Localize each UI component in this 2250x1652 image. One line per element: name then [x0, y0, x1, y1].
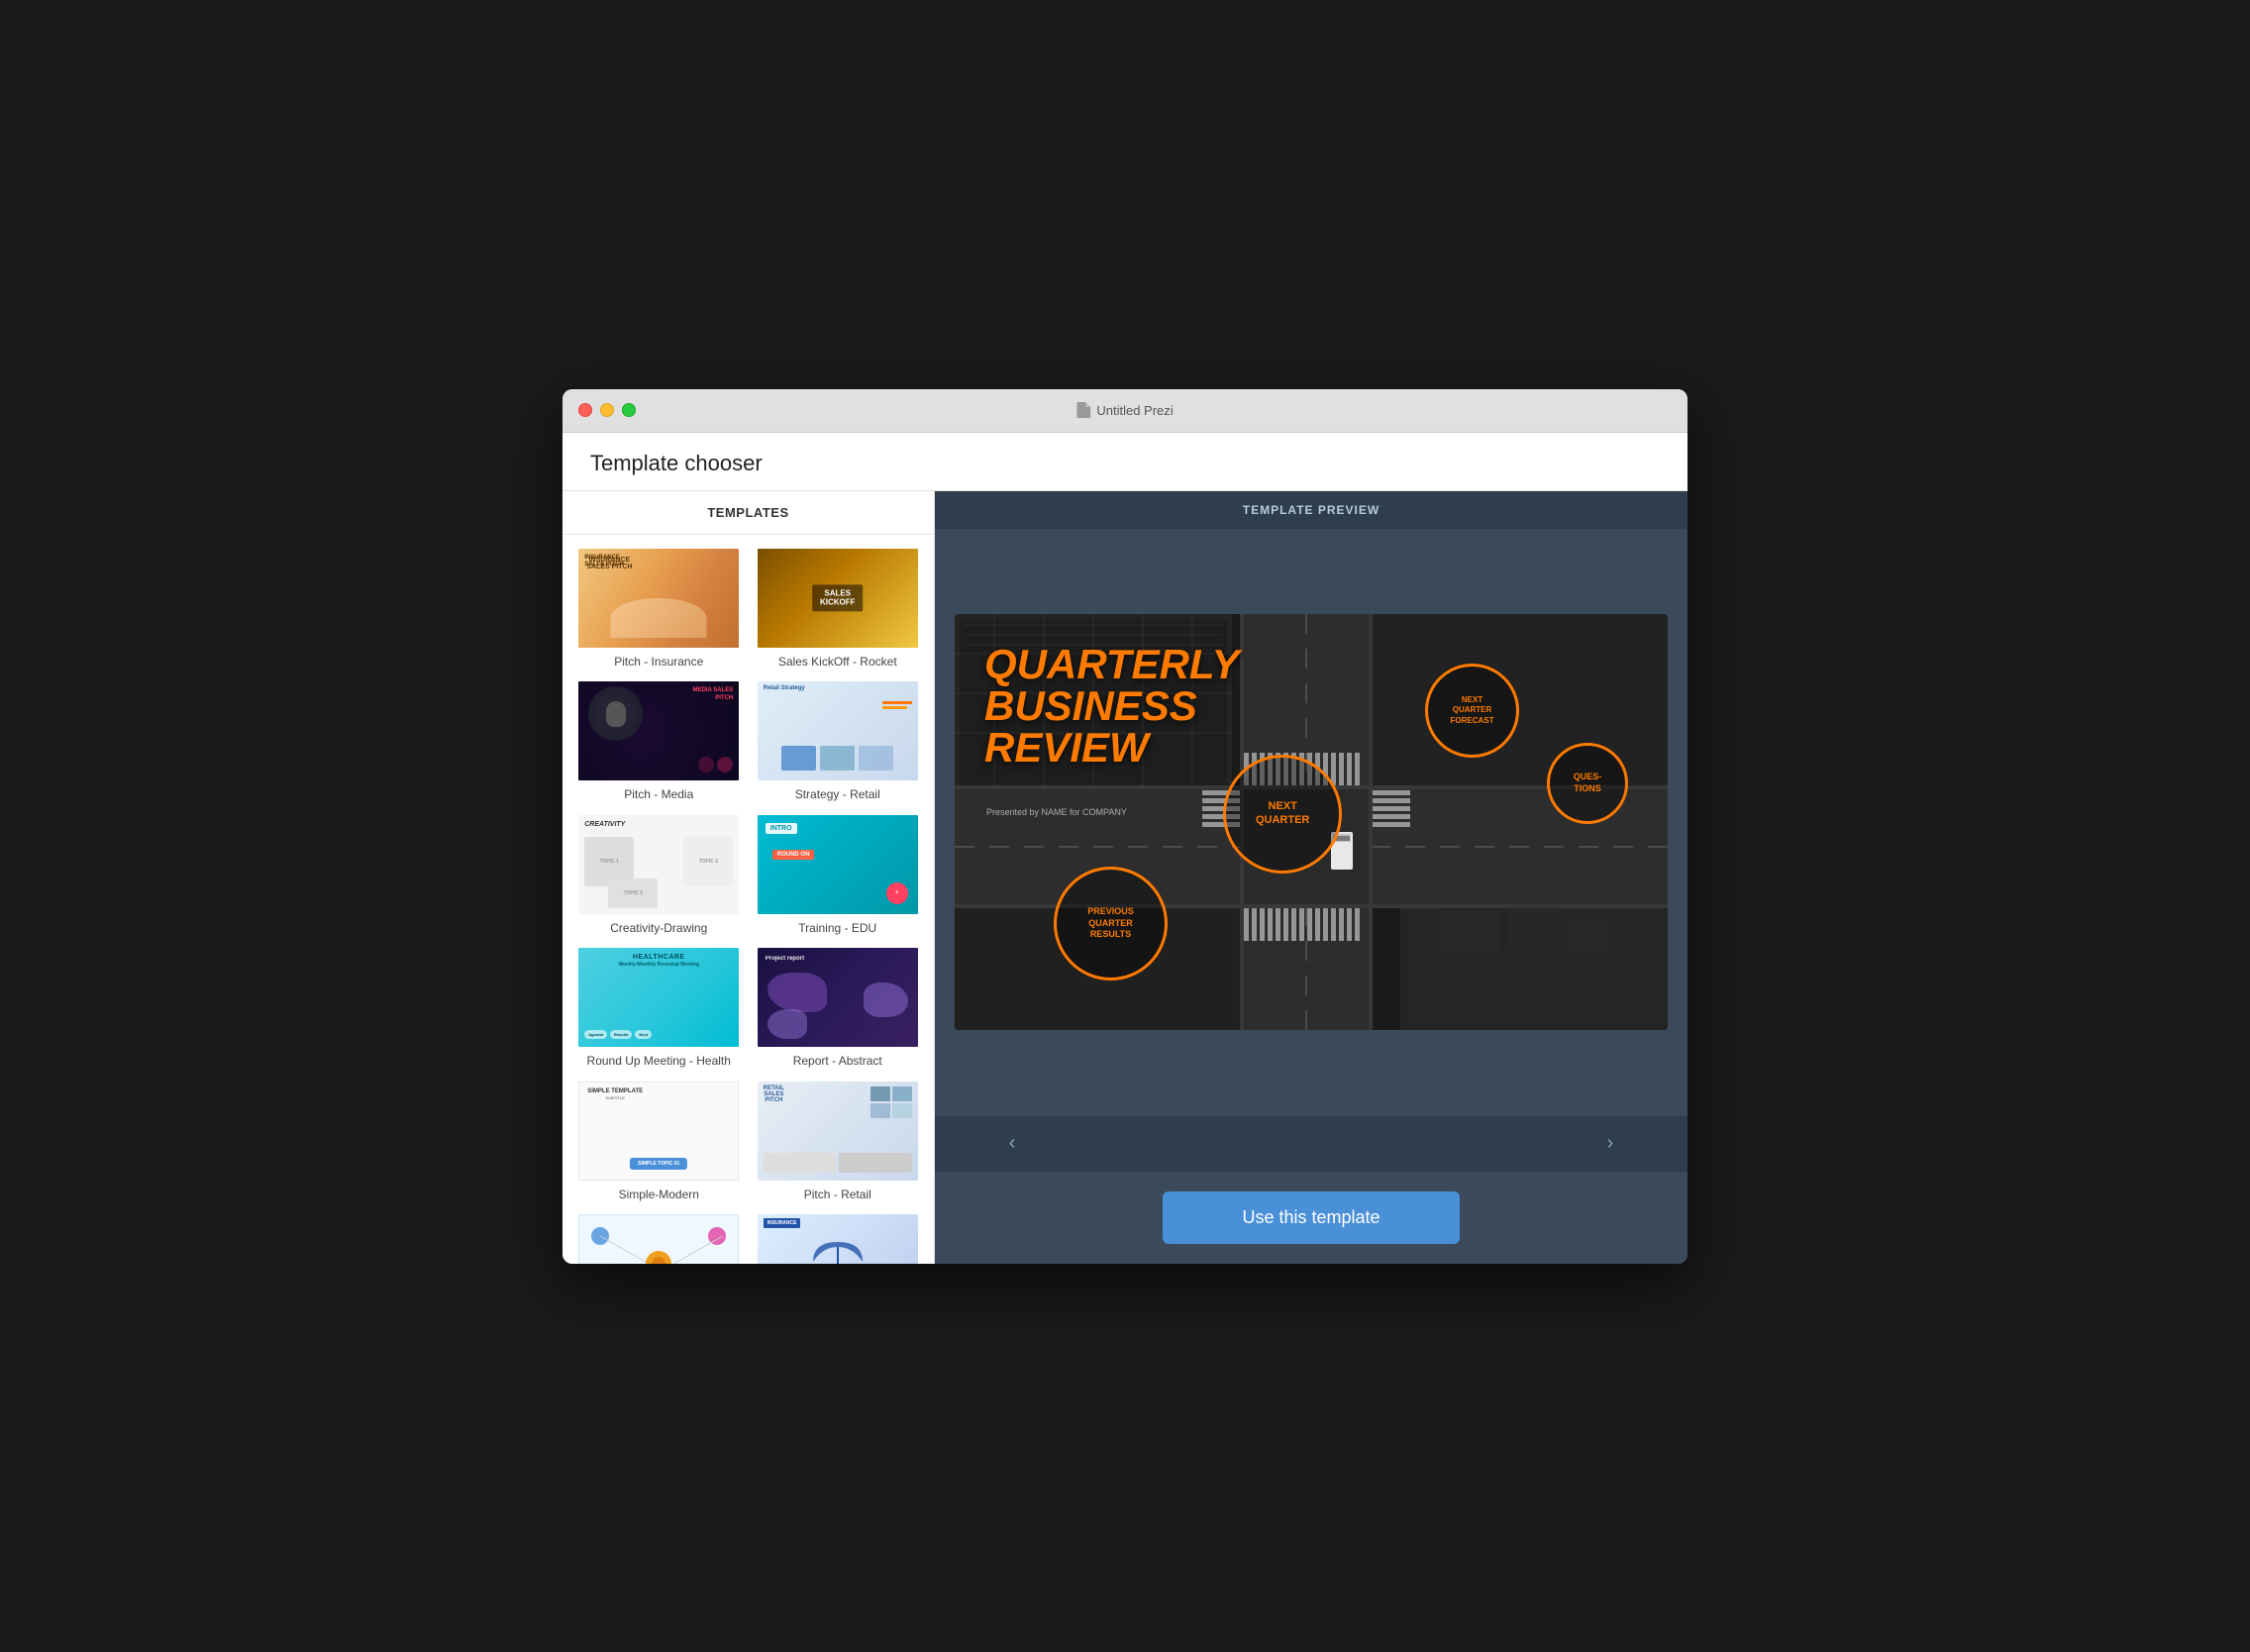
template-item-exec-brief[interactable]: INSURANCE: [754, 1212, 923, 1263]
template-label-simple-modern: Simple-Modern: [619, 1187, 699, 1203]
preview-header: TEMPLATE PREVIEW: [935, 491, 1688, 529]
prev-icon: ‹: [1009, 1132, 1016, 1155]
template-item-roundup-health[interactable]: HEALTHCARE Weekly-Monthly Roundup Meetin…: [574, 946, 744, 1070]
window-title-text: Untitled Prezi: [1096, 403, 1173, 418]
template-label-creativity: Creativity-Drawing: [610, 921, 707, 937]
template-thumb-report-abstract: Project report: [756, 946, 920, 1049]
template-thumb-creativity: CREATIVITY TOPIC 1 TOPIC 2 TOPIC 3: [576, 813, 741, 916]
template-item-pitch-insurance[interactable]: INSURANCESALES PITCH Pitch - Insurance: [574, 547, 744, 671]
template-item-around-topic[interactable]: Around a Topic: [574, 1212, 744, 1263]
preview-image: QUARTERLYBUSINESSREVIEW Presented by NAM…: [955, 614, 1668, 1030]
umbrella-icon: [808, 1232, 868, 1263]
title-bar: Untitled Prezi: [562, 389, 1688, 433]
template-item-pitch-retail[interactable]: RETAILSALESPITCH: [754, 1080, 923, 1203]
close-button[interactable]: [578, 403, 592, 417]
template-thumb-pitch-insurance: INSURANCESALES PITCH: [576, 547, 741, 650]
prev-arrow[interactable]: ‹: [994, 1126, 1030, 1162]
template-thumb-roundup-health: HEALTHCARE Weekly-Monthly Roundup Meetin…: [576, 946, 741, 1049]
template-item-sales-kickoff[interactable]: SALESKICKOFF Sales KickOff - Rocket: [754, 547, 923, 671]
template-thumb-strategy-retail: Retail Strategy: [756, 679, 920, 782]
template-item-pitch-media[interactable]: MEDIA SALESPITCH Pitch - Media: [574, 679, 744, 803]
app-header: Template chooser: [562, 433, 1688, 491]
minimize-button[interactable]: [600, 403, 614, 417]
next-arrow[interactable]: ›: [1592, 1126, 1628, 1162]
templates-header: TEMPLATES: [562, 491, 934, 535]
templates-panel: TEMPLATES INSURANCESALES PITCH Pitch - I…: [562, 491, 935, 1264]
template-label-roundup-health: Round Up Meeting - Health: [587, 1054, 731, 1070]
template-thumb-simple-modern: SIMPLE TEMPLATE SUBTITLE SIMPLE TOPIC 01: [576, 1080, 741, 1183]
next-icon: ›: [1607, 1132, 1614, 1155]
template-item-report-abstract[interactable]: Project report Report - Abstract: [754, 946, 923, 1070]
window-title: Untitled Prezi: [1076, 402, 1173, 418]
maximize-button[interactable]: [622, 403, 636, 417]
template-thumb-sales-kickoff: SALESKICKOFF: [756, 547, 920, 650]
template-item-strategy-retail[interactable]: Retail Strategy Strat: [754, 679, 923, 803]
preview-footer: Use this template: [935, 1172, 1688, 1264]
template-thumb-exec-brief: INSURANCE: [756, 1212, 920, 1263]
nav-arrows: ‹ ›: [935, 1116, 1688, 1172]
traffic-lights: [578, 403, 636, 417]
main-content: TEMPLATES INSURANCESALES PITCH Pitch - I…: [562, 491, 1688, 1264]
template-item-simple-modern[interactable]: SIMPLE TEMPLATE SUBTITLE SIMPLE TOPIC 01…: [574, 1080, 744, 1203]
preview-image-area: QUARTERLYBUSINESSREVIEW Presented by NAM…: [935, 529, 1688, 1116]
template-thumb-training-edu: INTRO ROUND ON +: [756, 813, 920, 916]
template-thumb-pitch-media: MEDIA SALESPITCH: [576, 679, 741, 782]
template-label-strategy-retail: Strategy - Retail: [795, 787, 880, 803]
template-item-training-edu[interactable]: INTRO ROUND ON + Training - EDU: [754, 813, 923, 937]
templates-grid: INSURANCESALES PITCH Pitch - Insurance S…: [562, 535, 934, 1264]
app-window: Untitled Prezi Template chooser TEMPLATE…: [562, 389, 1688, 1264]
template-thumb-around-topic: [576, 1212, 741, 1263]
template-label-report-abstract: Report - Abstract: [793, 1054, 882, 1070]
use-template-button[interactable]: Use this template: [1163, 1191, 1459, 1244]
template-label-pitch-retail: Pitch - Retail: [804, 1187, 871, 1203]
preview-panel: TEMPLATE PREVIEW: [935, 491, 1688, 1264]
template-label-pitch-media: Pitch - Media: [624, 787, 693, 803]
template-item-creativity[interactable]: CREATIVITY TOPIC 1 TOPIC 2 TOPIC 3 Creat…: [574, 813, 744, 937]
template-label-sales-kickoff: Sales KickOff - Rocket: [778, 655, 897, 671]
page-title: Template chooser: [590, 451, 1660, 476]
aerial-road-bg: QUARTERLYBUSINESSREVIEW Presented by NAM…: [955, 614, 1668, 1030]
template-thumb-pitch-retail: RETAILSALESPITCH: [756, 1080, 920, 1183]
document-icon: [1076, 402, 1090, 418]
template-label-training-edu: Training - EDU: [798, 921, 876, 937]
template-label-pitch-insurance: Pitch - Insurance: [614, 655, 703, 671]
